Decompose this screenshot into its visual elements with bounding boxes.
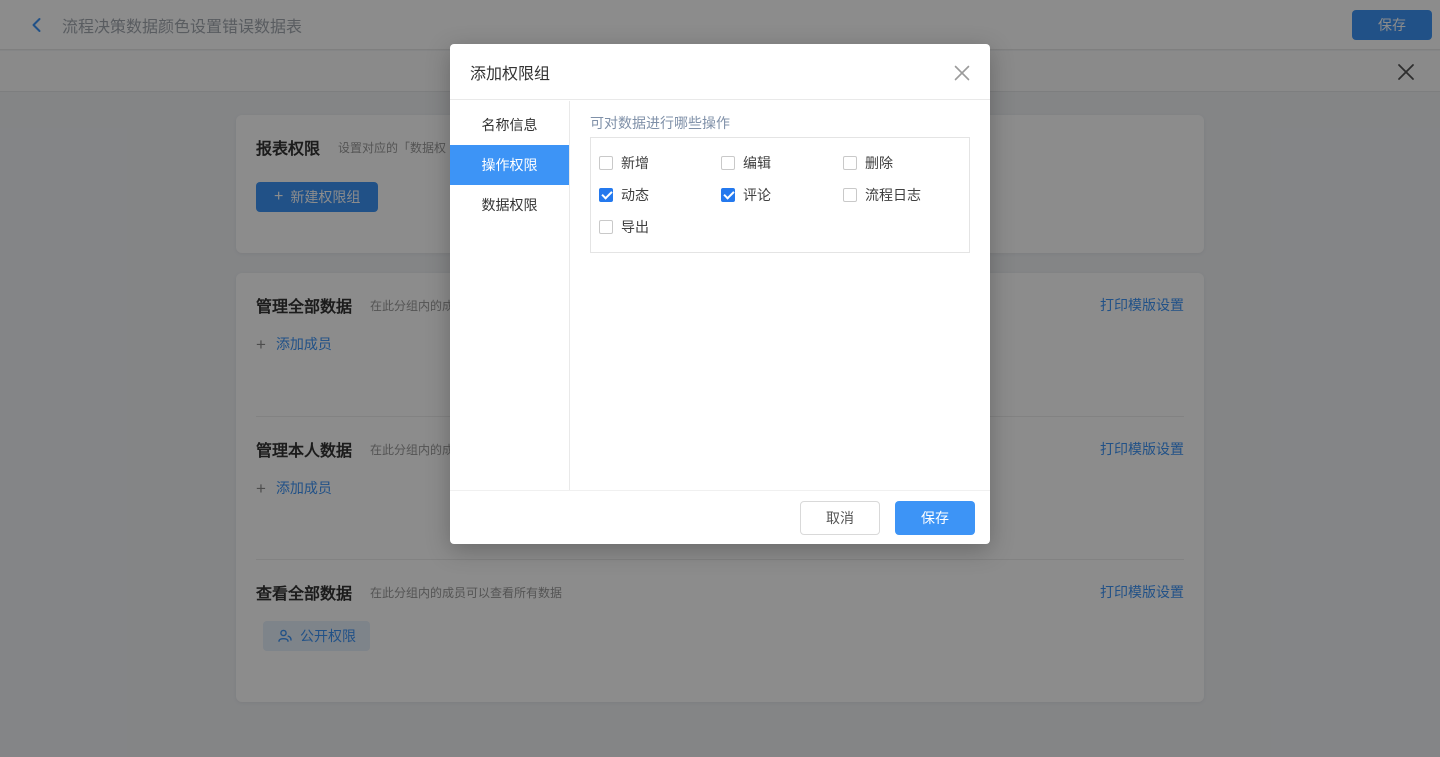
modal-footer: 取消 保存 (450, 490, 990, 544)
checkbox-label: 删除 (865, 153, 893, 173)
operation-options-box: 新增 编辑 删除 动态 评论 (590, 137, 970, 253)
checkbox-option-edit[interactable]: 编辑 (721, 147, 843, 179)
checkbox-icon[interactable] (843, 188, 857, 202)
checkbox-option-delete[interactable]: 删除 (843, 147, 965, 179)
checkbox-icon[interactable] (599, 220, 613, 234)
checkbox-option-export[interactable]: 导出 (599, 211, 721, 243)
tab-operation-permission[interactable]: 操作权限 (450, 145, 569, 185)
add-permission-group-modal: 添加权限组 名称信息 操作权限 数据权限 可对数据进行哪些操作 新增 编辑 (450, 44, 990, 544)
checkbox-label: 编辑 (743, 153, 771, 173)
question-label: 可对数据进行哪些操作 (590, 113, 970, 133)
checkbox-icon[interactable] (721, 156, 735, 170)
tab-name-info[interactable]: 名称信息 (450, 105, 569, 145)
checkbox-label: 评论 (743, 185, 771, 205)
checkbox-icon[interactable] (721, 188, 735, 202)
checkbox-icon[interactable] (599, 188, 613, 202)
modal-body: 名称信息 操作权限 数据权限 可对数据进行哪些操作 新增 编辑 删除 (450, 101, 990, 490)
checkbox-option-add[interactable]: 新增 (599, 147, 721, 179)
checkbox-option-comment[interactable]: 评论 (721, 179, 843, 211)
modal-header: 添加权限组 (450, 44, 990, 100)
modal-sidebar: 名称信息 操作权限 数据权限 (450, 101, 570, 490)
cancel-button[interactable]: 取消 (800, 501, 880, 535)
checkbox-label: 动态 (621, 185, 649, 205)
operation-permission-pane: 可对数据进行哪些操作 新增 编辑 删除 动态 (570, 101, 990, 490)
checkbox-option-dynamic[interactable]: 动态 (599, 179, 721, 211)
modal-title: 添加权限组 (470, 60, 550, 84)
checkbox-option-flow-log[interactable]: 流程日志 (843, 179, 965, 211)
checkbox-label: 导出 (621, 217, 649, 237)
checkbox-icon[interactable] (843, 156, 857, 170)
modal-close-icon[interactable] (954, 65, 970, 81)
checkbox-label: 新增 (621, 153, 649, 173)
save-button[interactable]: 保存 (895, 501, 975, 535)
tab-data-permission[interactable]: 数据权限 (450, 185, 569, 225)
checkbox-label: 流程日志 (865, 185, 921, 205)
checkbox-icon[interactable] (599, 156, 613, 170)
